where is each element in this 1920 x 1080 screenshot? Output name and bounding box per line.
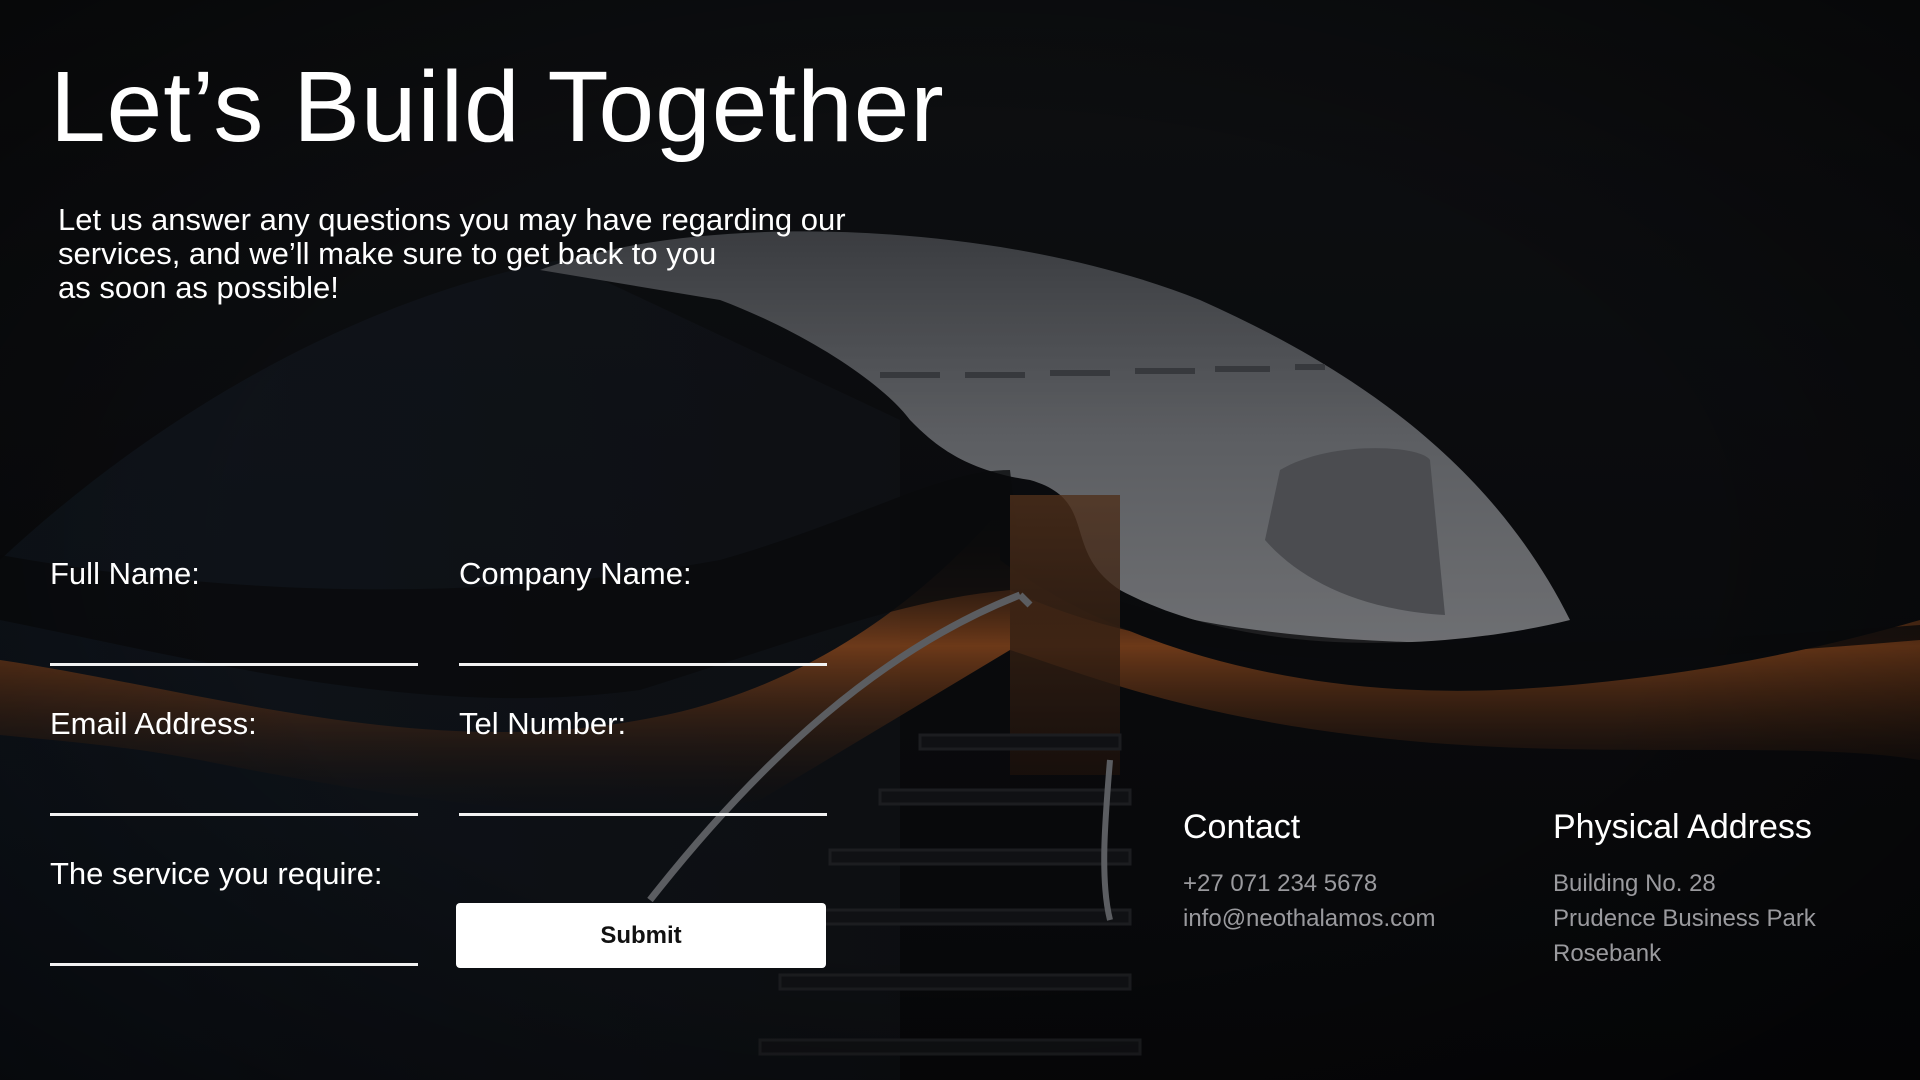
email-label: Email Address: [50,706,257,741]
page-title: Let’s Build Together [50,51,945,163]
company-name-input[interactable] [459,626,827,662]
subtitle-line: as soon as possible! [58,270,339,305]
contact-page: Let’s Build Together Let us answer any q… [0,0,1920,1080]
address-line: Prudence Business Park [1553,905,1816,932]
address-line: Building No. 28 [1553,870,1716,897]
address-heading: Physical Address [1553,808,1812,846]
email-input[interactable] [50,776,418,812]
contact-email[interactable]: info@neothalamos.com [1183,905,1436,933]
service-label: The service you require: [50,856,383,891]
contact-phone[interactable]: +27 071 234 5678 [1183,870,1377,898]
full-name-underline [50,663,418,666]
submit-button[interactable]: Submit [456,903,826,968]
tel-underline [459,813,827,816]
company-name-label: Company Name: [459,556,692,591]
tel-label: Tel Number: [459,706,627,741]
tel-input[interactable] [459,776,827,812]
subtitle-line: services, and we’ll make sure to get bac… [58,236,717,271]
email-underline [50,813,418,816]
full-name-input[interactable] [50,626,418,662]
company-name-underline [459,663,827,666]
page-subtitle: Let us answer any questions you may have… [58,203,958,305]
subtitle-line: Let us answer any questions you may have… [58,202,846,237]
contact-heading: Contact [1183,808,1301,846]
service-input[interactable] [50,926,418,962]
full-name-label: Full Name: [50,556,200,591]
address-line: Rosebank [1553,940,1662,967]
service-underline [50,963,418,966]
